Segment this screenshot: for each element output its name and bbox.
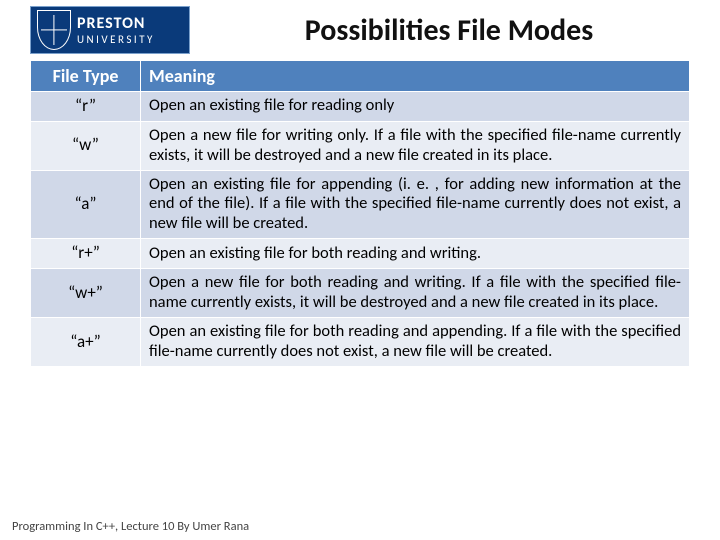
col-header-meaning: Meaning xyxy=(141,61,690,92)
table-row: “a” Open an existing file for appending … xyxy=(31,170,690,238)
cell-meaning: Open an existing file for reading only xyxy=(141,92,690,122)
table-row: “w” Open a new file for writing only. If… xyxy=(31,122,690,171)
cell-meaning: Open an existing file for appending (i. … xyxy=(141,170,690,238)
cell-mode: “a+” xyxy=(31,318,141,367)
slide: PRESTON UNIVERSITY Possibilities File Mo… xyxy=(0,0,720,540)
footer-text: Programming In C++, Lecture 10 By Umer R… xyxy=(12,519,249,534)
table-header-row: File Type Meaning xyxy=(31,61,690,92)
page-title: Possibilities File Modes xyxy=(208,12,690,49)
table-row: “r+” Open an existing file for both read… xyxy=(31,239,690,269)
table-row: “a+” Open an existing file for both read… xyxy=(31,318,690,367)
shield-icon xyxy=(37,10,71,50)
logo-line2: UNIVERSITY xyxy=(77,34,155,45)
table-row: “w+” Open a new file for both reading an… xyxy=(31,269,690,318)
cell-mode: “r+” xyxy=(31,239,141,269)
logo-text: PRESTON UNIVERSITY xyxy=(77,16,155,45)
file-modes-table: File Type Meaning “r” Open an existing f… xyxy=(30,60,690,367)
cell-mode: “r” xyxy=(31,92,141,122)
logo-line1: PRESTON xyxy=(77,16,155,32)
cell-meaning: Open an existing file for both reading a… xyxy=(141,318,690,367)
cell-meaning: Open an existing file for both reading a… xyxy=(141,239,690,269)
cell-mode: “w+” xyxy=(31,269,141,318)
university-logo: PRESTON UNIVERSITY xyxy=(30,6,190,54)
col-header-filetype: File Type xyxy=(31,61,141,92)
table-row: “r” Open an existing file for reading on… xyxy=(31,92,690,122)
header: PRESTON UNIVERSITY Possibilities File Mo… xyxy=(30,6,690,54)
cell-mode: “w” xyxy=(31,122,141,171)
cell-meaning: Open a new file for both reading and wri… xyxy=(141,269,690,318)
cell-mode: “a” xyxy=(31,170,141,238)
cell-meaning: Open a new file for writing only. If a f… xyxy=(141,122,690,171)
